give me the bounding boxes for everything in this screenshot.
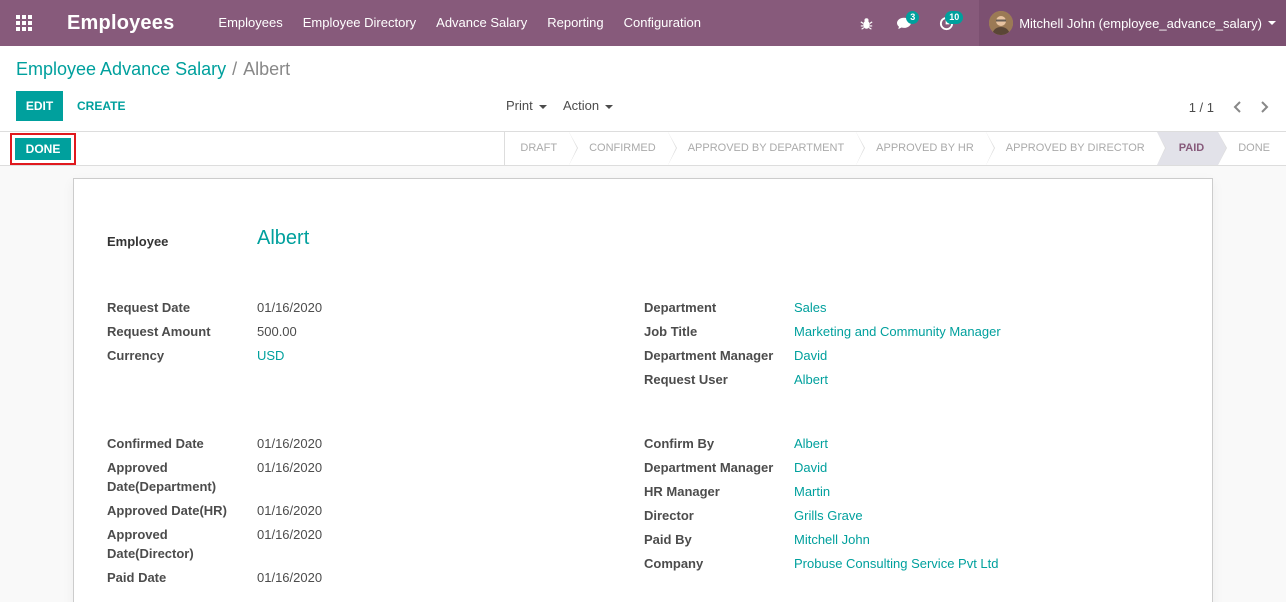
confirm-by-link[interactable]: Albert: [794, 434, 828, 453]
menu-item-employee-directory[interactable]: Employee Directory: [293, 0, 426, 46]
caret-down-icon: [538, 104, 547, 109]
menu-item-advance-salary[interactable]: Advance Salary: [426, 0, 537, 46]
main-menu: Employees Employee Directory Advance Sal…: [208, 0, 711, 46]
request-date-value: 01/16/2020: [257, 300, 323, 315]
company-label: Company: [644, 556, 704, 571]
employee-name-link[interactable]: Albert: [257, 227, 309, 250]
messages-icon[interactable]: 3: [885, 0, 923, 46]
bug-icon[interactable]: [847, 0, 885, 46]
pager: 1 / 1: [1189, 98, 1274, 116]
app-title: Employees: [67, 11, 175, 34]
department-manager-link[interactable]: David: [794, 346, 827, 365]
stage-done[interactable]: DONE: [1218, 132, 1286, 165]
currency-label: Currency: [107, 348, 165, 363]
approved-date-department-value: 01/16/2020: [257, 460, 323, 475]
form-sheet: Employee Albert Request Date 01/16/2020 …: [73, 178, 1213, 602]
menu-item-reporting[interactable]: Reporting: [537, 0, 613, 46]
company-link[interactable]: Probuse Consulting Service Pvt Ltd: [794, 554, 999, 573]
breadcrumb-parent-link[interactable]: Employee Advance Salary: [16, 59, 226, 79]
user-menu[interactable]: Mitchell John (employee_advance_salary): [979, 0, 1286, 46]
chevron-right-icon[interactable]: [1254, 98, 1274, 116]
stage-approved-by-director[interactable]: APPROVED BY DIRECTOR: [986, 132, 1166, 165]
action-dropdown[interactable]: Action: [563, 98, 614, 113]
done-button-highlight: DONE: [10, 133, 76, 165]
approved-date-hr-label: Approved Date(HR): [107, 503, 227, 518]
stage-approved-by-hr[interactable]: APPROVED BY HR: [856, 132, 995, 165]
print-label: Print: [506, 98, 533, 113]
department-manager-link[interactable]: David: [794, 458, 827, 477]
print-dropdown[interactable]: Print: [506, 98, 547, 113]
done-button[interactable]: DONE: [15, 138, 71, 160]
activities-count-badge: 10: [945, 11, 964, 24]
menu-item-employees[interactable]: Employees: [208, 0, 292, 46]
department-manager-label: Department Manager: [644, 348, 774, 363]
approved-date-director-label: Approved Date(Director): [107, 527, 194, 561]
job-title-link[interactable]: Marketing and Community Manager: [794, 322, 1001, 341]
approved-date-hr-value: 01/16/2020: [257, 503, 323, 518]
activities-clock-icon[interactable]: 10: [927, 0, 965, 46]
apps-menu-icon[interactable]: [0, 0, 48, 46]
request-user-link[interactable]: Albert: [794, 370, 828, 389]
director-link[interactable]: Grills Grave: [794, 506, 863, 525]
director-label: Director: [644, 508, 694, 523]
confirmed-date-label: Confirmed Date: [107, 436, 204, 451]
request-amount-value: 500.00: [257, 324, 297, 339]
department-manager-label: Department Manager: [644, 460, 774, 475]
paid-date-label: Paid Date: [107, 570, 167, 585]
currency-link[interactable]: USD: [257, 346, 284, 365]
user-name: Mitchell John (employee_advance_salary): [1019, 15, 1262, 31]
stage-approved-by-department[interactable]: APPROVED BY DEPARTMENT: [668, 132, 866, 165]
pager-value[interactable]: 1 / 1: [1189, 100, 1214, 115]
breadcrumb: Employee Advance Salary / Albert: [16, 59, 290, 80]
chevron-left-icon[interactable]: [1228, 98, 1248, 116]
breadcrumb-separator: /: [232, 59, 238, 79]
request-user-label: Request User: [644, 372, 728, 387]
hr-manager-link[interactable]: Martin: [794, 482, 830, 501]
approved-date-director-value: 01/16/2020: [257, 527, 323, 542]
confirm-by-label: Confirm By: [644, 436, 715, 451]
department-link[interactable]: Sales: [794, 298, 827, 317]
edit-button[interactable]: EDIT: [16, 91, 63, 121]
systray: 3 10 Mitchell John (employee_advance_sal…: [847, 0, 1286, 46]
request-date-label: Request Date: [107, 300, 191, 315]
messages-count-badge: 3: [906, 11, 920, 24]
paid-by-label: Paid By: [644, 532, 692, 547]
caret-down-icon: [1268, 21, 1276, 25]
avatar: [989, 11, 1014, 35]
paid-date-value: 01/16/2020: [257, 570, 323, 585]
top-navbar: Employees Employees Employee Directory A…: [0, 0, 1286, 46]
employee-label: Employee: [107, 234, 169, 249]
confirmed-date-value: 01/16/2020: [257, 436, 323, 451]
action-label: Action: [563, 98, 600, 113]
approved-date-department-label: Approved Date(Department): [107, 460, 217, 494]
control-panel: Employee Advance Salary / Albert EDIT CREA…: [0, 46, 1286, 132]
menu-item-configuration[interactable]: Configuration: [614, 0, 711, 46]
stage-draft[interactable]: DRAFT: [505, 132, 578, 165]
paid-by-link[interactable]: Mitchell John: [794, 530, 870, 549]
status-bar: DONE DRAFT CONFIRMED APPROVED BY DEPARTM…: [0, 132, 1286, 166]
stage-paid[interactable]: PAID: [1156, 132, 1228, 165]
caret-down-icon: [605, 104, 614, 109]
create-button[interactable]: CREATE: [71, 91, 131, 121]
hr-manager-label: HR Manager: [644, 484, 720, 499]
department-label: Department: [644, 300, 717, 315]
request-amount-label: Request Amount: [107, 324, 211, 339]
job-title-label: Job Title: [644, 324, 698, 339]
breadcrumb-current: Albert: [243, 59, 291, 79]
stage-confirmed[interactable]: CONFIRMED: [569, 132, 677, 165]
stage-pipeline: DRAFT CONFIRMED APPROVED BY DEPARTMENT A…: [504, 132, 1286, 165]
